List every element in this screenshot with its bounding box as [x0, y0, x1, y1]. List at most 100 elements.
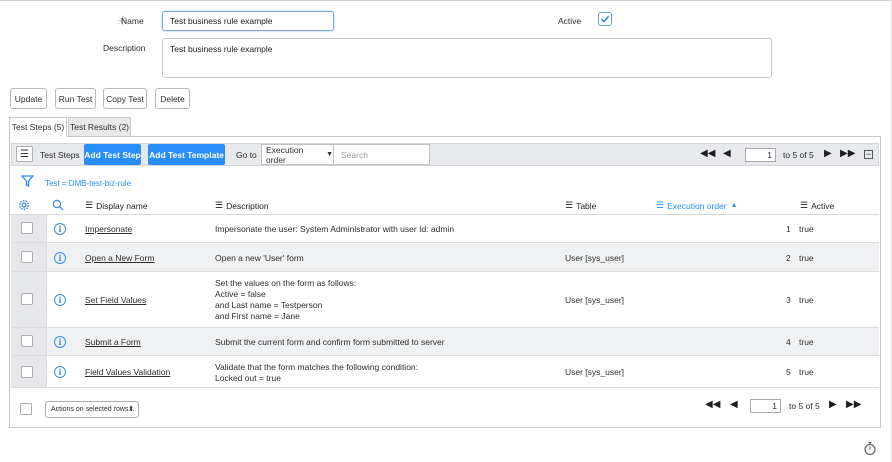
column-label: Execution order — [667, 200, 727, 211]
description-textarea[interactable]: Test business rule example — [162, 38, 772, 78]
column-label: Table — [576, 200, 597, 211]
list-search-input[interactable]: Search — [333, 144, 430, 165]
row-description: Submit the current form and confirm form… — [215, 337, 445, 347]
row-description-line: Active = false — [215, 289, 266, 299]
row-active: true — [799, 224, 814, 234]
info-icon[interactable]: i — [54, 294, 66, 306]
row-description-line: and First name = Jane — [215, 311, 300, 321]
column-header-table[interactable]: ☰ Table — [565, 200, 596, 211]
add-test-template-button[interactable]: Add Test Template — [148, 144, 225, 165]
next-page-icon[interactable]: ▶ — [829, 399, 837, 410]
column-header-display-name[interactable]: ☰ Display name — [85, 200, 148, 211]
row-execution-order: 4 — [786, 337, 791, 347]
info-icon[interactable]: i — [54, 336, 66, 348]
row-description: Impersonate the user: System Administrat… — [215, 224, 455, 234]
active-label: Active — [558, 16, 582, 26]
row-execution-order: 1 — [786, 224, 791, 234]
column-label: Display name — [96, 200, 148, 211]
row-checkbox[interactable] — [21, 251, 33, 263]
row-description-line: Set the values on the form as follows: — [215, 278, 357, 288]
actions-select-value: Actions on selected rows... — [51, 406, 135, 413]
row-table: User [sys_user] — [565, 253, 625, 263]
list-title: Test Steps — [40, 150, 80, 160]
row-execution-order: 5 — [786, 367, 791, 377]
stopwatch-icon[interactable] — [863, 441, 877, 456]
page-number-input[interactable]: 1 — [745, 148, 776, 162]
tab-test-results[interactable]: Test Results (2) — [68, 117, 131, 137]
stepper-arrows-icon: ⬍ — [128, 406, 134, 413]
list-menu-button[interactable]: ☰ — [16, 146, 33, 162]
search-icon[interactable] — [52, 199, 64, 211]
filter-breadcrumb[interactable]: Test = DMB-test-biz-rule — [45, 179, 131, 188]
row-table: User [sys_user] — [565, 295, 625, 305]
column-header-active[interactable]: ☰ Active — [800, 200, 834, 211]
sort-ascending-icon: ▲ — [730, 202, 738, 209]
page-range-text: to 5 of 5 — [789, 401, 820, 411]
checkmark-icon — [600, 15, 610, 23]
update-button[interactable]: Update — [10, 88, 47, 109]
goto-field-select[interactable]: Execution order ▼ — [261, 144, 334, 165]
column-menu-icon[interactable]: ☰ — [800, 200, 808, 211]
add-test-step-button[interactable]: Add Test Step — [84, 144, 141, 165]
row-display-name-link[interactable]: Field Values Validation — [85, 367, 170, 378]
row-description-line: Locked out = true — [215, 373, 281, 383]
name-input[interactable]: Test business rule example — [162, 11, 334, 31]
top-border — [0, 0, 892, 1]
column-menu-icon[interactable]: ☰ — [565, 200, 573, 211]
copy-test-button[interactable]: Copy Test — [103, 88, 147, 109]
column-label: Description — [226, 200, 269, 211]
goto-selected-value: Execution order — [266, 144, 304, 165]
delete-button[interactable]: Delete — [155, 88, 190, 109]
hamburger-menu-icon: ☰ — [20, 148, 29, 160]
name-label: Name — [121, 16, 144, 26]
row-description-line: Validate that the form matches the follo… — [215, 362, 419, 372]
page-range-text: to 5 of 5 — [783, 150, 814, 160]
column-menu-icon[interactable]: ☰ — [215, 200, 223, 211]
first-page-icon[interactable]: ◀◀ — [705, 399, 720, 410]
gear-icon[interactable] — [18, 199, 30, 211]
row-display-name-link[interactable]: Submit a Form — [85, 337, 141, 348]
row-active: true — [799, 295, 814, 305]
last-page-icon[interactable]: ▶▶ — [840, 148, 855, 159]
actions-on-selected-select[interactable]: Actions on selected rows... ⬍ — [45, 401, 139, 418]
goto-label: Go to — [236, 150, 257, 160]
column-menu-icon[interactable]: ☰ — [85, 200, 93, 211]
previous-page-icon[interactable]: ◀ — [723, 148, 731, 159]
last-page-icon[interactable]: ▶▶ — [846, 399, 861, 410]
column-header-execution-order[interactable]: ☰ Execution order ▲ — [656, 200, 738, 211]
row-checkbox[interactable] — [21, 222, 33, 234]
row-execution-order: 2 — [786, 253, 791, 263]
table-row — [11, 328, 879, 356]
info-icon[interactable]: i — [54, 223, 66, 235]
row-active: true — [799, 253, 814, 263]
first-page-icon[interactable]: ◀◀ — [700, 148, 715, 159]
row-display-name-link[interactable]: Open a New Form — [85, 253, 154, 264]
active-checkbox[interactable] — [598, 12, 612, 26]
column-label: Active — [811, 200, 835, 211]
row-checkbox[interactable] — [21, 366, 33, 378]
chevron-down-icon: ▼ — [326, 151, 333, 158]
row-checkbox[interactable] — [21, 335, 33, 347]
description-label: Description — [103, 43, 146, 53]
next-page-icon[interactable]: ▶ — [824, 148, 832, 159]
collapse-icon[interactable]: − — [864, 150, 873, 159]
tab-test-steps[interactable]: Test Steps (5) — [9, 117, 67, 137]
funnel-filter-icon[interactable] — [21, 175, 34, 187]
row-active: true — [799, 367, 814, 377]
row-display-name-link[interactable]: Impersonate — [85, 224, 132, 235]
info-icon[interactable]: i — [54, 252, 66, 264]
row-table: User [sys_user] — [565, 367, 625, 377]
run-test-button[interactable]: Run Test — [55, 88, 96, 109]
row-active: true — [799, 337, 814, 347]
row-checkbox[interactable] — [21, 293, 33, 305]
select-all-checkbox[interactable] — [20, 403, 32, 415]
row-display-name-link[interactable]: Set Field Values — [85, 295, 146, 306]
previous-page-icon[interactable]: ◀ — [730, 399, 738, 410]
page-number-input[interactable]: 1 — [750, 399, 781, 413]
row-description: Open a new 'User' form — [215, 253, 304, 263]
info-icon[interactable]: i — [54, 366, 66, 378]
column-header-description[interactable]: ☰ Description — [215, 200, 269, 211]
row-execution-order: 3 — [786, 295, 791, 305]
column-menu-icon[interactable]: ☰ — [656, 200, 664, 211]
row-description-line: and Last name = Testperson — [215, 300, 323, 310]
